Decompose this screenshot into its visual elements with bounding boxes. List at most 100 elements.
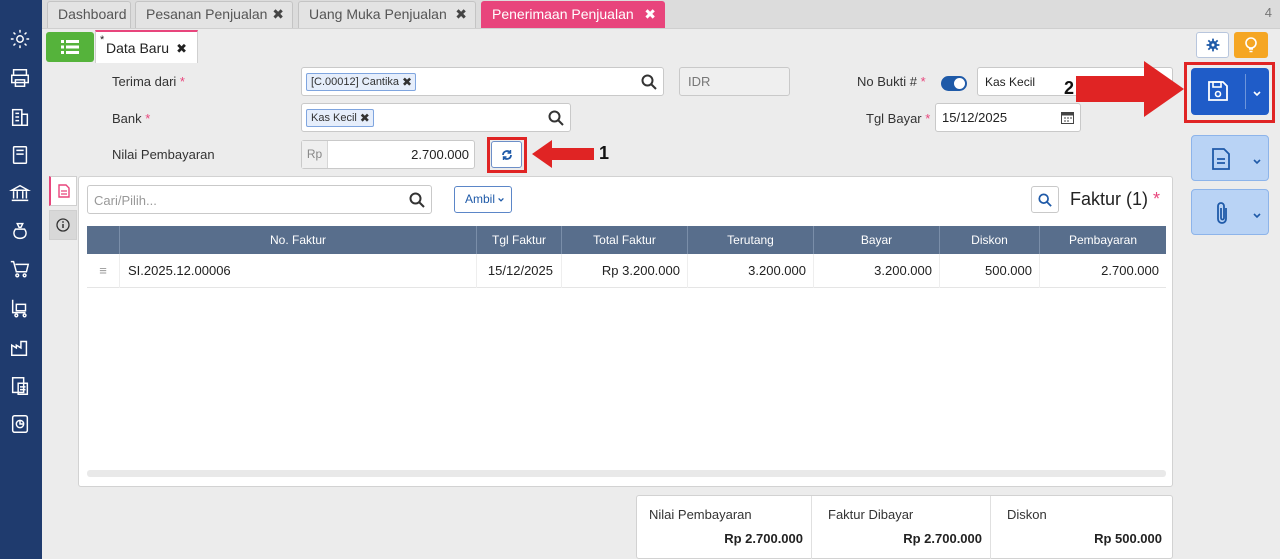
money-bag-icon[interactable] bbox=[8, 219, 32, 243]
tips-button[interactable] bbox=[1234, 32, 1268, 58]
tab-label: Pesanan Penjualan bbox=[146, 6, 268, 22]
gear-icon bbox=[1206, 38, 1219, 52]
printer-icon[interactable] bbox=[8, 66, 32, 90]
search-icon bbox=[1038, 192, 1052, 207]
tab-label: Penerimaan Penjualan bbox=[492, 6, 634, 22]
building-icon[interactable] bbox=[8, 105, 32, 129]
search-icon[interactable] bbox=[409, 192, 425, 208]
col-tgl-faktur[interactable]: Tgl Faktur bbox=[477, 226, 562, 254]
summary-nilai-label: Nilai Pembayaran bbox=[649, 507, 752, 522]
horizontal-scrollbar[interactable] bbox=[87, 470, 1166, 477]
gear-icon[interactable] bbox=[8, 27, 32, 51]
summary-diskon-label: Diskon bbox=[1007, 507, 1047, 522]
cart-icon[interactable] bbox=[8, 257, 32, 281]
info-icon bbox=[56, 218, 70, 232]
document-button[interactable] bbox=[1191, 135, 1269, 181]
cart-check-icon[interactable] bbox=[8, 296, 32, 320]
tgl-bayar-value: 15/12/2025 bbox=[942, 110, 1008, 125]
invoice-search-input[interactable]: Cari/Pilih... bbox=[87, 185, 432, 214]
arrow-right-icon bbox=[1076, 61, 1184, 117]
col-handle bbox=[87, 226, 120, 254]
close-icon[interactable]: ✖ bbox=[402, 74, 412, 90]
arrow-left-icon bbox=[532, 140, 594, 168]
factory-icon[interactable] bbox=[8, 335, 32, 359]
no-bukti-value: Kas Kecil bbox=[985, 75, 1036, 89]
calendar-icon[interactable] bbox=[1061, 111, 1074, 124]
report-icon[interactable] bbox=[8, 412, 32, 436]
close-icon[interactable]: ✖ bbox=[272, 2, 284, 27]
cell-bayar: 3.200.000 bbox=[814, 254, 940, 288]
cell-tgl-faktur: 15/12/2025 bbox=[477, 254, 562, 288]
col-pembayaran[interactable]: Pembayaran bbox=[1040, 226, 1166, 254]
nilai-pembayaran-field[interactable]: Rp 2.700.000 bbox=[301, 140, 475, 169]
tab-invoice-list[interactable] bbox=[49, 176, 77, 206]
summary-faktur: Faktur Dibayar Rp 2.700.000 bbox=[812, 496, 991, 559]
tab-label: Dashboard bbox=[58, 6, 127, 22]
chevron-down-icon[interactable] bbox=[1252, 156, 1262, 166]
summary-faktur-value: Rp 2.700.000 bbox=[903, 531, 982, 546]
close-icon[interactable]: ✖ bbox=[360, 110, 370, 126]
terima-dari-field[interactable]: [C.00012] Cantika ✖ bbox=[301, 67, 664, 96]
book-icon[interactable] bbox=[8, 143, 32, 167]
lightbulb-icon bbox=[1245, 37, 1257, 53]
chevron-down-icon[interactable] bbox=[1252, 88, 1262, 98]
tab-penerimaan-penjualan[interactable]: Penerimaan Penjualan ✖ bbox=[481, 1, 665, 28]
terima-dari-label: Terima dari * bbox=[112, 74, 185, 89]
bank-field[interactable]: Kas Kecil ✖ bbox=[301, 103, 571, 132]
col-bayar[interactable]: Bayar bbox=[814, 226, 940, 254]
sub-tab-label: Data Baru bbox=[106, 40, 170, 56]
close-icon[interactable]: ✖ bbox=[455, 2, 467, 27]
invoice-panel: Cari/Pilih... Ambil Faktur (1) * No. Fak… bbox=[78, 176, 1173, 487]
tab-pesanan-penjualan[interactable]: Pesanan Penjualan ✖ bbox=[135, 1, 293, 28]
table-header: No. Faktur Tgl Faktur Total Faktur Terut… bbox=[87, 226, 1166, 254]
cell-diskon: 500.000 bbox=[940, 254, 1040, 288]
paperclip-icon bbox=[1217, 202, 1227, 224]
tab-info[interactable] bbox=[49, 210, 77, 240]
attachment-button[interactable] bbox=[1191, 189, 1269, 235]
floppy-disk-icon bbox=[1208, 81, 1228, 101]
currency-field: IDR bbox=[679, 67, 790, 96]
highlight-box-1 bbox=[487, 137, 527, 173]
auto-number-toggle[interactable] bbox=[941, 76, 967, 91]
main-panel: * Data Baru ✖ Terima dari * [C.00012] Ca… bbox=[42, 29, 1280, 559]
bank-icon[interactable] bbox=[8, 181, 32, 205]
search-icon[interactable] bbox=[548, 110, 564, 126]
tab-count[interactable]: 4 bbox=[1265, 5, 1272, 20]
currency-value: IDR bbox=[688, 74, 711, 89]
table-row[interactable]: ≡ SI.2025.12.00006 15/12/2025 Rp 3.200.0… bbox=[87, 254, 1166, 288]
ambil-button[interactable]: Ambil bbox=[454, 186, 512, 213]
search-placeholder: Cari/Pilih... bbox=[94, 193, 157, 208]
annotation-step-2: 2 bbox=[1064, 78, 1075, 98]
cell-total-faktur: Rp 3.200.000 bbox=[562, 254, 688, 288]
tab-uang-muka-penjualan[interactable]: Uang Muka Penjualan ✖ bbox=[298, 1, 476, 28]
panel-search-button[interactable] bbox=[1031, 186, 1059, 213]
col-no-faktur[interactable]: No. Faktur bbox=[120, 226, 477, 254]
tab-bar: Dashboard Pesanan Penjualan ✖ Uang Muka P… bbox=[42, 0, 1280, 29]
summary-panel: Nilai Pembayaran Rp 2.700.000 Faktur Dib… bbox=[636, 495, 1173, 559]
sidebar bbox=[0, 0, 42, 559]
chevron-down-icon[interactable] bbox=[1252, 210, 1262, 220]
settings-button[interactable] bbox=[1196, 32, 1229, 58]
col-terutang[interactable]: Terutang bbox=[688, 226, 814, 254]
tgl-bayar-label: Tgl Bayar * bbox=[866, 111, 931, 126]
save-button[interactable] bbox=[1191, 68, 1269, 115]
drag-handle-icon[interactable]: ≡ bbox=[87, 254, 120, 288]
col-total-faktur[interactable]: Total Faktur bbox=[562, 226, 688, 254]
chevron-down-icon bbox=[498, 197, 504, 202]
cell-no-faktur: SI.2025.12.00006 bbox=[120, 254, 477, 288]
list-icon bbox=[61, 40, 79, 54]
unsaved-marker: * bbox=[100, 34, 105, 46]
tgl-bayar-field[interactable]: 15/12/2025 bbox=[935, 103, 1081, 132]
summary-nilai-value: Rp 2.700.000 bbox=[724, 531, 803, 546]
close-icon[interactable]: ✖ bbox=[644, 2, 656, 27]
tab-dashboard[interactable]: Dashboard bbox=[47, 1, 131, 28]
search-icon[interactable] bbox=[641, 74, 657, 90]
currency-prefix: Rp bbox=[302, 141, 328, 168]
list-view-button[interactable] bbox=[46, 32, 94, 62]
no-bukti-label: No Bukti # * bbox=[857, 74, 926, 89]
document-icon bbox=[57, 184, 70, 198]
col-diskon[interactable]: Diskon bbox=[940, 226, 1040, 254]
tab-data-baru[interactable]: * Data Baru ✖ bbox=[95, 30, 198, 63]
close-icon[interactable]: ✖ bbox=[176, 41, 187, 57]
tax-doc-icon[interactable] bbox=[8, 374, 32, 398]
